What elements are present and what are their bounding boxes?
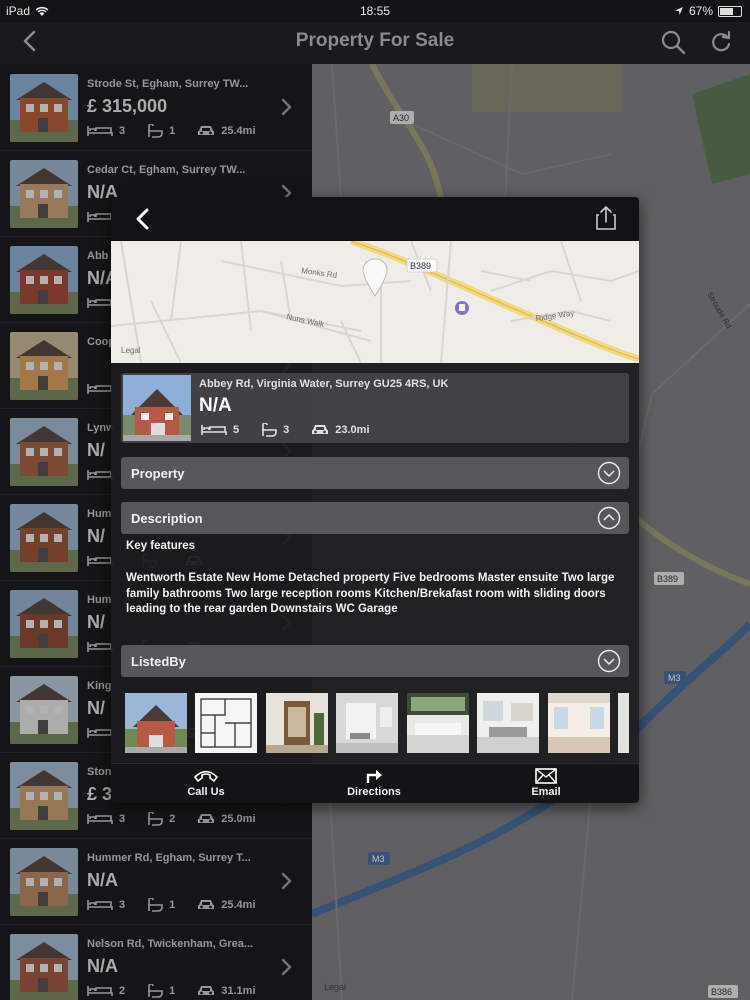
gallery-photo-bathroom[interactable] — [336, 693, 398, 753]
back-arrow-icon[interactable] — [133, 207, 153, 231]
navigation-bar: Property For Sale — [0, 22, 750, 64]
battery-percent: 67% — [688, 4, 713, 18]
section-listed-by-label: ListedBy — [131, 654, 186, 669]
gallery-photo-floorplan[interactable] — [195, 693, 257, 753]
gallery-photo[interactable] — [125, 693, 187, 753]
phone-icon — [194, 770, 218, 782]
gallery-photo-room[interactable] — [548, 693, 610, 753]
page-title: Property For Sale — [295, 30, 455, 51]
status-bar: iPad 18:55 67% — [0, 0, 750, 22]
gallery-photo-interior[interactable] — [266, 693, 328, 753]
property-detail-panel: Monks Rd Nuns Walk B389 Ridge Way Legal … — [111, 197, 639, 803]
car-icon — [312, 425, 329, 434]
gallery-photo-open-plan[interactable] — [477, 693, 539, 753]
panel-header — [111, 197, 639, 241]
location-arrow-icon — [674, 7, 683, 15]
bed-icon — [201, 425, 227, 435]
section-description[interactable]: Description — [121, 502, 629, 534]
property-stats: 5 3 23.0mi — [201, 423, 392, 437]
chevron-down-icon[interactable] — [597, 461, 621, 485]
distance: 23.0mi — [335, 424, 370, 436]
action-bar: Call Us Directions Email — [111, 763, 639, 803]
gallery-photo-kitchen[interactable] — [407, 693, 469, 753]
detail-map[interactable]: Monks Rd Nuns Walk B389 Ridge Way Legal — [111, 241, 639, 363]
section-property[interactable]: Property — [121, 457, 629, 489]
section-listed-by[interactable]: ListedBy — [121, 645, 629, 677]
directions-label: Directions — [347, 786, 401, 798]
directions-button[interactable]: Directions — [339, 768, 409, 798]
directions-arrow-icon — [366, 770, 382, 783]
property-address: Abbey Rd, Virginia Water, Surrey GU25 4R… — [199, 378, 449, 390]
selected-property-card: Abbey Rd, Virginia Water, Surrey GU25 4R… — [121, 373, 629, 443]
email-button[interactable]: Email — [511, 768, 581, 798]
property-photo[interactable] — [123, 375, 191, 441]
chevron-up-icon[interactable] — [597, 506, 621, 530]
rail-station-icon — [455, 301, 469, 315]
share-icon[interactable] — [595, 205, 617, 231]
clock: 18:55 — [359, 4, 391, 18]
photo-gallery[interactable] — [125, 693, 629, 753]
search-icon[interactable] — [660, 29, 686, 55]
refresh-icon[interactable] — [708, 29, 734, 55]
call-us-button[interactable]: Call Us — [171, 768, 241, 798]
bath-icon — [262, 423, 277, 437]
description-text: Wentworth Estate New Home Detached prope… — [126, 572, 615, 615]
bath-count: 3 — [283, 424, 290, 436]
bed-count: 5 — [233, 424, 240, 436]
call-us-label: Call Us — [187, 786, 225, 798]
detail-map-legal[interactable]: Legal — [121, 346, 141, 355]
section-property-label: Property — [131, 466, 185, 481]
envelope-icon — [535, 768, 557, 784]
property-price: N/A — [199, 395, 232, 416]
section-description-label: Description — [131, 511, 203, 526]
map-label-b389: B389 — [410, 261, 431, 271]
gallery-photo[interactable] — [618, 693, 629, 753]
battery-icon — [718, 5, 742, 17]
email-label: Email — [531, 786, 561, 798]
key-features-title: Key features — [126, 540, 196, 552]
chevron-down-icon[interactable] — [597, 649, 621, 673]
